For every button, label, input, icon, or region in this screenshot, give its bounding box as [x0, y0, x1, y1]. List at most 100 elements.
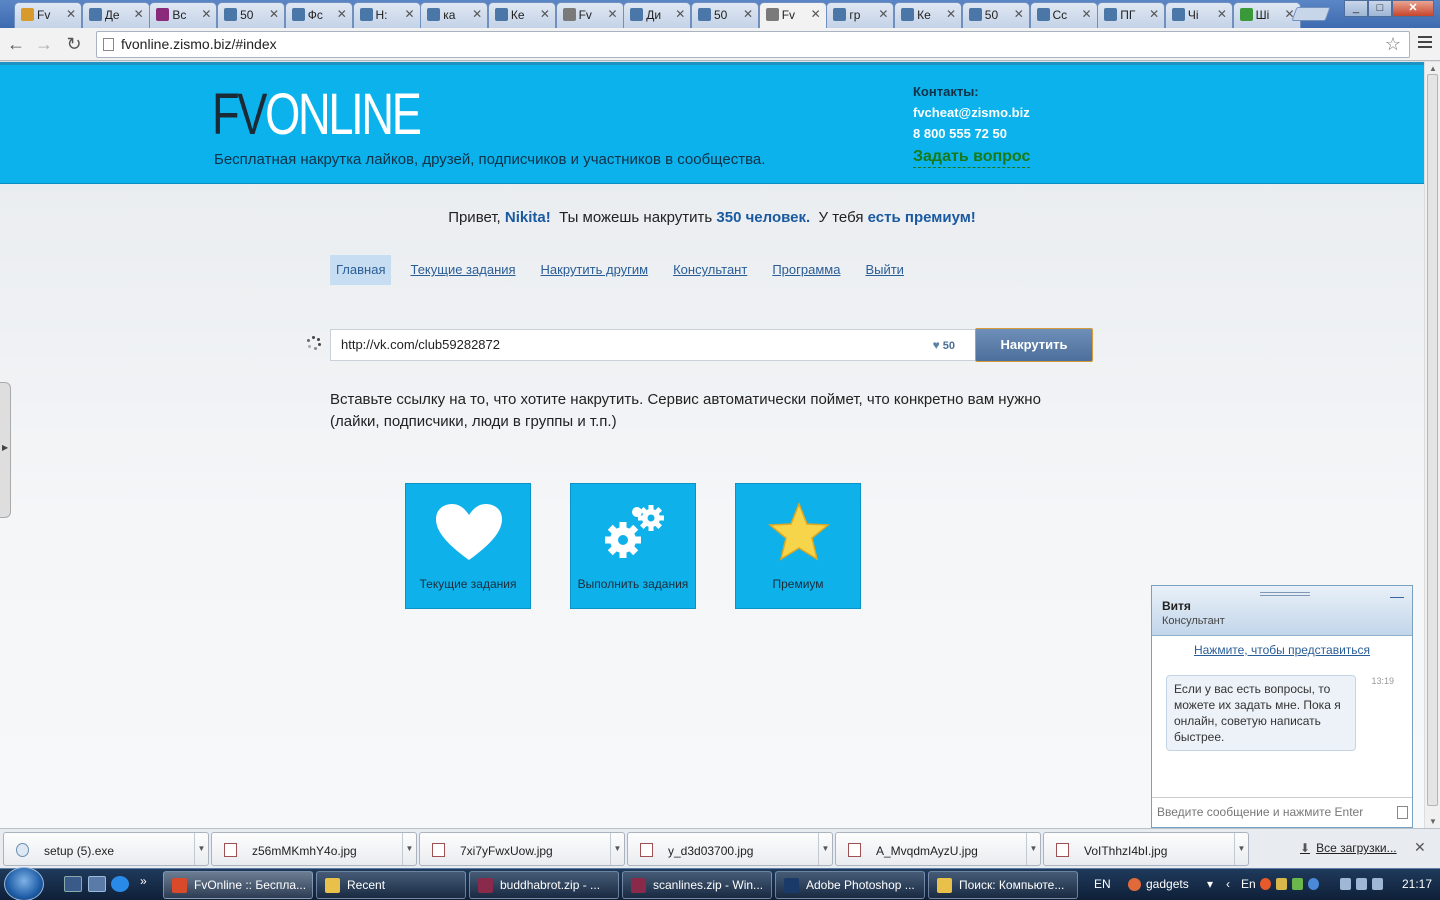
tab-close-icon[interactable]: ✕	[1149, 7, 1159, 21]
browser-tab[interactable]: 50 ✕	[691, 2, 759, 28]
tab-close-icon[interactable]: ✕	[201, 7, 211, 21]
nav-consultant[interactable]: Консультант	[667, 255, 753, 285]
tray-app-icon[interactable]	[1292, 878, 1303, 890]
tab-close-icon[interactable]: ✕	[1014, 7, 1024, 21]
boost-url-input[interactable]: http://vk.com/club59282872 ♥ 50	[330, 329, 975, 361]
browser-tab[interactable]: Ке ✕	[487, 2, 556, 28]
browser-tab[interactable]: Ди ✕	[623, 2, 692, 28]
tray-app-icon[interactable]	[1308, 878, 1319, 890]
taskbar-task[interactable]: scanlines.zip - Win...	[622, 871, 772, 899]
browser-tab[interactable]: Fv ✕	[14, 2, 82, 28]
taskbar-task[interactable]: FvOnline :: Бесплa...	[163, 871, 313, 899]
toolbar-dropdown-icon[interactable]: ▾	[1207, 877, 1213, 891]
tray-app-icon[interactable]	[1260, 878, 1271, 890]
browser-menu-icon[interactable]	[1418, 36, 1432, 50]
explorer-quicklaunch-icon[interactable]	[88, 876, 106, 892]
taskbar-task[interactable]: buddhabrot.zip - ...	[469, 871, 619, 899]
nav-home[interactable]: Главная	[330, 255, 392, 285]
tray-language[interactable]: En	[1241, 877, 1256, 891]
browser-tab[interactable]: Fv ✕	[758, 2, 827, 29]
ie-quicklaunch-icon[interactable]	[111, 876, 129, 892]
scrollbar-thumb[interactable]	[1427, 74, 1438, 806]
ask-question-link[interactable]: Задать вопрос	[913, 147, 1031, 168]
taskbar-task[interactable]: Поиск: Компьюте...	[928, 871, 1078, 899]
start-button[interactable]	[4, 867, 44, 900]
nav-program[interactable]: Программа	[766, 255, 846, 285]
tile-current-tasks[interactable]: Текущие задания	[405, 483, 531, 609]
tab-close-icon[interactable]: ✕	[269, 7, 279, 21]
browser-tab[interactable]: Ке ✕	[894, 2, 963, 28]
tab-close-icon[interactable]: ✕	[608, 7, 618, 21]
quicklaunch-more-icon[interactable]: »	[140, 874, 158, 890]
tray-expand-icon[interactable]: ‹	[1226, 877, 1230, 891]
attach-file-icon[interactable]	[1397, 806, 1408, 819]
tray-app-icon[interactable]	[1276, 878, 1287, 890]
speaker-icon[interactable]	[1372, 878, 1383, 890]
bookmark-star-icon[interactable]: ☆	[1385, 32, 1401, 57]
browser-tab[interactable]: Ші ✕	[1232, 2, 1301, 28]
browser-tab[interactable]: гр ✕	[826, 2, 895, 28]
tab-close-icon[interactable]: ✕	[66, 7, 76, 21]
dropdown-arrow-icon[interactable]: ▼	[1026, 833, 1040, 865]
browser-tab[interactable]: Н: ✕	[352, 2, 421, 28]
browser-tab[interactable]: 50 ✕	[217, 2, 286, 28]
back-icon[interactable]: ←	[4, 33, 28, 55]
tile-do-tasks[interactable]: Выполнить задания	[570, 483, 696, 609]
browser-tab[interactable]: Фс ✕	[284, 2, 353, 28]
download-item[interactable]: 7xi7yFwxUow.jpg ▼	[419, 832, 625, 866]
tab-close-icon[interactable]: ✕	[134, 7, 144, 21]
browser-tab[interactable]: Сс ✕	[1029, 2, 1098, 28]
tab-close-icon[interactable]: ✕	[337, 7, 347, 21]
browser-tab[interactable]: 50 ✕	[961, 2, 1030, 28]
maximize-button[interactable]: □	[1368, 0, 1392, 17]
boost-submit-button[interactable]: Накрутить	[975, 328, 1093, 362]
download-item[interactable]: setup (5).exe ▼	[3, 832, 209, 866]
dropdown-arrow-icon[interactable]: ▼	[402, 833, 416, 865]
address-bar[interactable]: fvonline.zismo.biz/#index ☆	[96, 31, 1410, 58]
system-clock[interactable]: 21:17	[1402, 877, 1432, 891]
download-item[interactable]: y_d3d03700.jpg ▼	[627, 832, 833, 866]
premium-status[interactable]: есть премиум!	[868, 209, 976, 226]
download-item[interactable]: z56mMKmhY4o.jpg ▼	[211, 832, 417, 866]
chat-message-input[interactable]: Введите сообщение и нажмите Enter	[1152, 797, 1412, 827]
download-item[interactable]: VoIThhzI4bI.jpg ▼	[1043, 832, 1249, 866]
dropdown-arrow-icon[interactable]: ▼	[194, 833, 208, 865]
gadgets-toolbar[interactable]: gadgets	[1146, 877, 1189, 891]
scroll-up-icon[interactable]: ▲	[1429, 64, 1437, 73]
forward-icon[interactable]: →	[32, 33, 56, 55]
scroll-down-icon[interactable]: ▼	[1429, 817, 1437, 826]
network-icon[interactable]	[1340, 878, 1351, 890]
side-panel-toggle[interactable]: ▶	[0, 382, 11, 518]
tab-close-icon[interactable]: ✕	[811, 7, 821, 21]
browser-tab[interactable]: Вс ✕	[149, 2, 218, 28]
chat-header[interactable]: — Витя Консультант	[1152, 586, 1412, 636]
user-name[interactable]: Nikita!	[505, 209, 551, 226]
download-item[interactable]: A_MvqdmAyzU.jpg ▼	[835, 832, 1041, 866]
page-scrollbar[interactable]: ▲ ▼	[1424, 62, 1440, 828]
nav-boost-others[interactable]: Накрутить другим	[535, 255, 655, 285]
tab-close-icon[interactable]: ✕	[1217, 7, 1227, 21]
nav-logout[interactable]: Выйти	[859, 255, 910, 285]
browser-tab[interactable]: Чі ✕	[1164, 2, 1233, 28]
taskbar-task[interactable]: Recent	[316, 871, 466, 899]
close-downloads-icon[interactable]: ✕	[1414, 839, 1426, 856]
tab-close-icon[interactable]: ✕	[946, 7, 956, 21]
tab-close-icon[interactable]: ✕	[743, 7, 753, 21]
dropdown-arrow-icon[interactable]: ▼	[1234, 833, 1248, 865]
browser-tab[interactable]: Fv ✕	[555, 2, 624, 28]
chat-minimize-icon[interactable]: —	[1390, 588, 1404, 604]
reload-icon[interactable]: ↻	[62, 33, 86, 55]
chat-introduce-link[interactable]: Нажмите, чтобы представиться	[1152, 643, 1412, 657]
tab-close-icon[interactable]: ✕	[404, 7, 414, 21]
browser-tab[interactable]: ка ✕	[420, 2, 489, 28]
contact-email[interactable]: fvcheat@zismo.biz	[913, 102, 1030, 123]
tile-premium[interactable]: Премиум	[735, 483, 861, 609]
tab-close-icon[interactable]: ✕	[1081, 7, 1091, 21]
nav-current-tasks[interactable]: Текущие задания	[404, 255, 521, 285]
tab-close-icon[interactable]: ✕	[472, 7, 482, 21]
minimize-button[interactable]: _	[1344, 0, 1368, 17]
chat-drag-handle-icon[interactable]	[1260, 592, 1310, 596]
new-tab-button[interactable]	[1291, 7, 1331, 21]
show-desktop-icon[interactable]	[64, 876, 82, 892]
dropdown-arrow-icon[interactable]: ▼	[818, 833, 832, 865]
